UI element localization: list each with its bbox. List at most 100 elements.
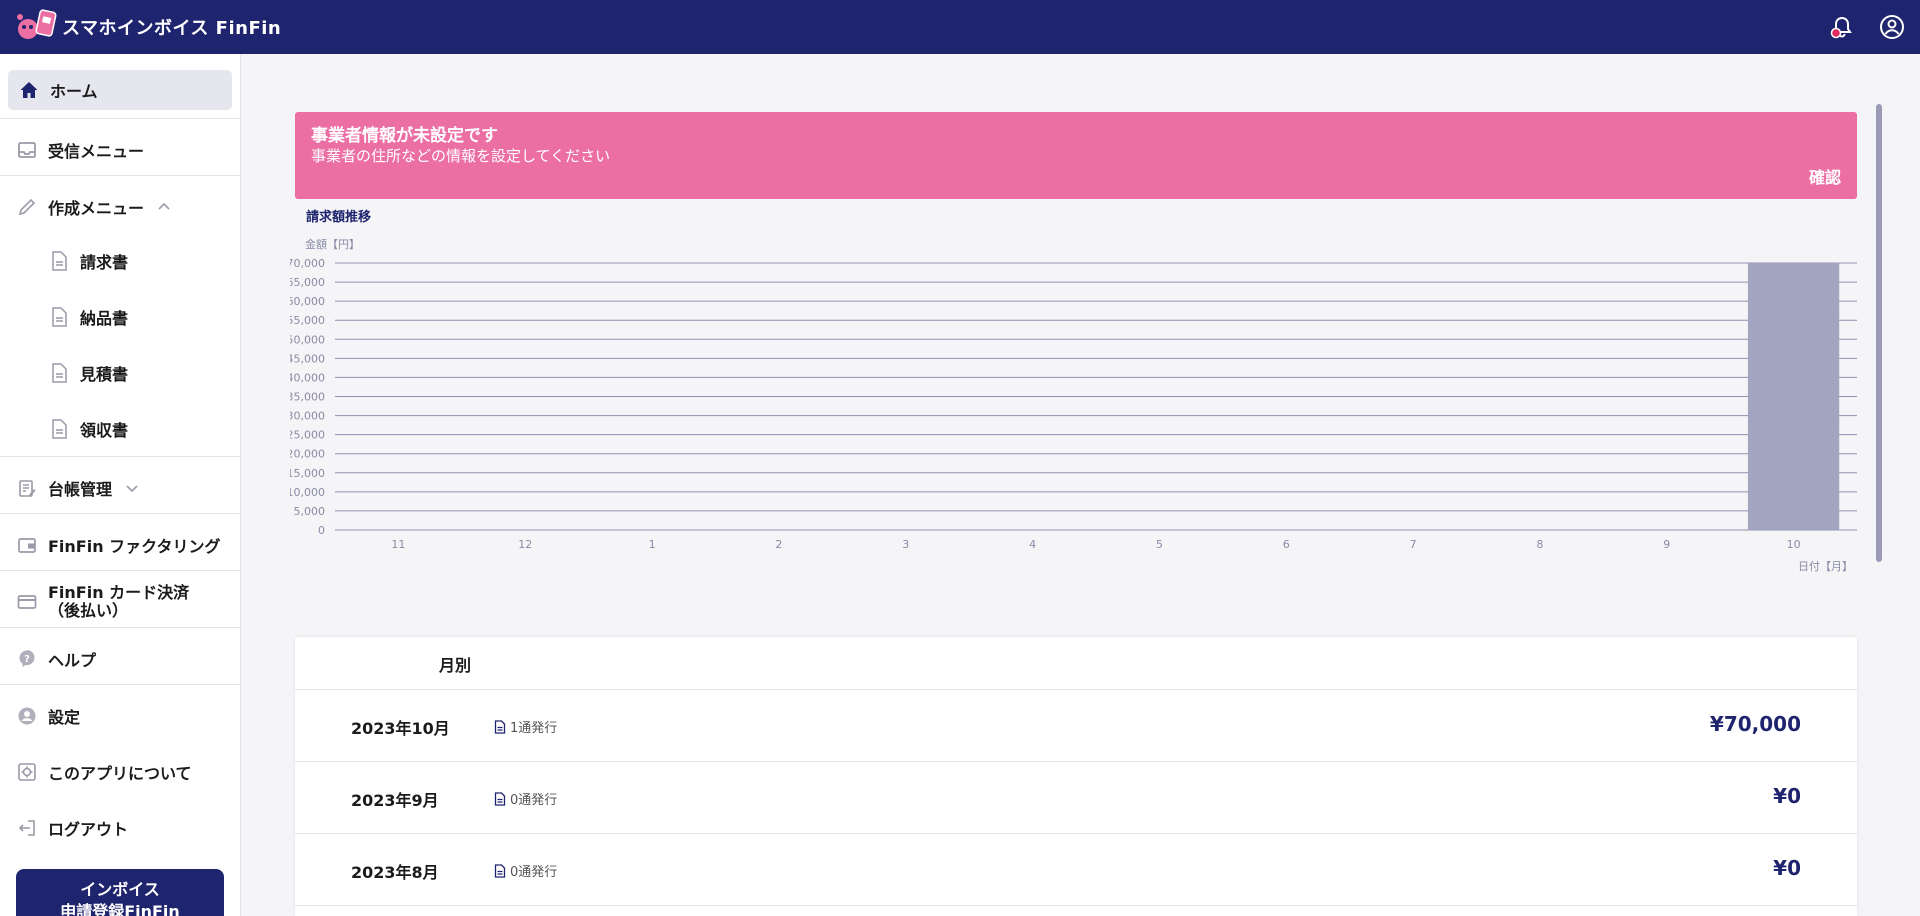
chevron-down-icon <box>124 480 140 496</box>
alert-title: 事業者情報が未設定です <box>311 126 498 146</box>
gear-icon <box>16 761 38 783</box>
sidebar-item-label: このアプリについて <box>48 764 192 783</box>
promo-line-2: 申請登録FinFin <box>60 902 180 916</box>
sidebar-item-label: 台帳管理 <box>48 480 113 499</box>
sidebar-item-label: 領収書 <box>80 421 129 440</box>
sidebar-item-create-menu[interactable]: 作成メニュー <box>0 183 240 231</box>
sidebar-item-inbox[interactable]: 受信メニュー <box>0 126 240 174</box>
y-tick-label: 45,000 <box>290 352 325 365</box>
document-icon <box>48 306 70 328</box>
sidebar-item-delivery-note[interactable]: 納品書 <box>0 293 240 341</box>
divider <box>0 627 240 628</box>
y-tick-label: 60,000 <box>290 295 325 308</box>
document-icon <box>494 863 506 878</box>
sidebar-item-receipt[interactable]: 領収書 <box>0 405 240 453</box>
y-tick-label: 25,000 <box>290 429 325 442</box>
row-amount: ¥70,000 <box>1709 712 1801 736</box>
x-axis-label: 日付【月】 <box>1798 560 1853 573</box>
y-tick-label: 20,000 <box>290 448 325 461</box>
logout-icon <box>16 817 38 839</box>
y-tick-label: 35,000 <box>290 391 325 404</box>
sidebar-item-settings[interactable]: 設定 <box>0 692 240 740</box>
issued-count: 0通発行 <box>510 793 558 808</box>
account-icon[interactable] <box>1878 13 1906 41</box>
y-axis-label: 金額【円】 <box>305 237 360 251</box>
y-tick-label: 0 <box>318 524 325 537</box>
document-icon <box>48 250 70 272</box>
sidebar: ホーム 受信メニュー 作成メニュー 請求書 納品書 見積書 領収書 台帳管理 F… <box>0 54 241 916</box>
y-tick-label: 55,000 <box>290 314 325 327</box>
table-row[interactable]: 2023年9月 0通発行 ¥0 <box>295 762 1857 834</box>
x-tick-label: 7 <box>1410 538 1417 551</box>
sidebar-item-label: FinFin カード決済 <box>48 583 190 602</box>
sidebar-item-ledger[interactable]: 台帳管理 <box>0 464 240 512</box>
alert-confirm-button[interactable]: 確認 <box>1809 164 1841 188</box>
issued-count: 0通発行 <box>510 865 558 880</box>
table-row[interactable]: 2023年10月 1通発行 ¥70,000 <box>295 690 1857 762</box>
sidebar-item-label: ヘルプ <box>48 651 97 670</box>
sidebar-item-home[interactable]: ホーム <box>8 70 232 110</box>
sidebar-item-factoring[interactable]: FinFin ファクタリング <box>0 521 240 569</box>
sidebar-item-label: 作成メニュー <box>48 199 145 218</box>
credit-card-icon <box>16 591 38 613</box>
svg-text:?: ? <box>24 654 30 665</box>
table-row[interactable]: 2023年8月 0通発行 ¥0 <box>295 834 1857 906</box>
row-issued: 1通発行 <box>494 717 557 736</box>
chevron-up-icon <box>156 199 172 215</box>
notification-bell-icon[interactable] <box>1828 13 1856 41</box>
sidebar-item-label: ログアウト <box>48 820 129 839</box>
settings-account-icon <box>16 705 38 727</box>
x-tick-label: 10 <box>1787 538 1801 551</box>
x-tick-label: 4 <box>1029 538 1036 551</box>
document-icon <box>494 791 506 806</box>
sidebar-item-estimate[interactable]: 見積書 <box>0 349 240 397</box>
row-amount: ¥0 <box>1773 784 1801 808</box>
table-header: 月別 <box>295 637 1857 690</box>
sidebar-item-invoice[interactable]: 請求書 <box>0 237 240 285</box>
x-tick-label: 8 <box>1536 538 1543 551</box>
inbox-icon <box>16 139 38 161</box>
pencil-icon <box>16 196 38 218</box>
sidebar-item-about[interactable]: このアプリについて <box>0 748 240 796</box>
app-logo[interactable]: スマホインボイス FinFin <box>14 7 281 47</box>
sidebar-item-label: ホーム <box>50 82 98 101</box>
sidebar-item-card-payment[interactable]: FinFin カード決済 （後払い） <box>0 578 240 626</box>
x-tick-label: 9 <box>1663 538 1670 551</box>
sidebar-item-help[interactable]: ? ヘルプ <box>0 635 240 683</box>
x-tick-label: 1 <box>649 538 656 551</box>
sidebar-item-label: 納品書 <box>80 309 129 328</box>
sidebar-item-label: 設定 <box>48 708 81 727</box>
home-icon <box>18 79 40 101</box>
issued-count: 1通発行 <box>510 721 558 736</box>
ledger-icon <box>16 477 38 499</box>
content-scrollbar[interactable] <box>1876 104 1882 562</box>
row-month: 2023年10月 <box>351 719 450 738</box>
x-tick-label: 3 <box>902 538 909 551</box>
wallet-icon <box>16 534 38 556</box>
sidebar-item-logout[interactable]: ログアウト <box>0 804 240 852</box>
divider <box>0 570 240 571</box>
row-issued: 0通発行 <box>494 861 557 880</box>
divider <box>0 118 240 119</box>
divider <box>0 456 240 457</box>
divider <box>0 513 240 514</box>
sidebar-item-label-secondary: （後払い） <box>48 601 129 620</box>
sidebar-item-label: 請求書 <box>80 253 129 272</box>
document-icon <box>48 418 70 440</box>
y-tick-label: 5,000 <box>294 505 326 518</box>
invoice-registration-banner[interactable]: インボイス 申請登録FinFin <box>16 869 224 916</box>
x-tick-label: 11 <box>391 538 405 551</box>
chart-heading: 請求額推移 <box>306 210 372 225</box>
y-tick-label: 10,000 <box>290 486 325 499</box>
row-month: 2023年9月 <box>351 791 439 810</box>
y-tick-label: 70,000 <box>290 257 325 270</box>
billing-trend-chart: 金額【円】 0 5,000 10,000 15,000 20,000 25,000 30,00… <box>290 237 1857 573</box>
logo-mascot-icon <box>14 7 60 47</box>
table-header-label: 月別 <box>439 656 472 675</box>
document-icon <box>494 719 506 734</box>
sidebar-item-label: FinFin ファクタリング <box>48 537 221 556</box>
sidebar-item-label: 見積書 <box>80 365 129 384</box>
row-month: 2023年8月 <box>351 863 439 882</box>
monthly-table: 月別 2023年10月 1通発行 ¥70,000 2023年9月 0通発行 ¥0… <box>295 637 1857 916</box>
y-tick-label: 50,000 <box>290 333 325 346</box>
